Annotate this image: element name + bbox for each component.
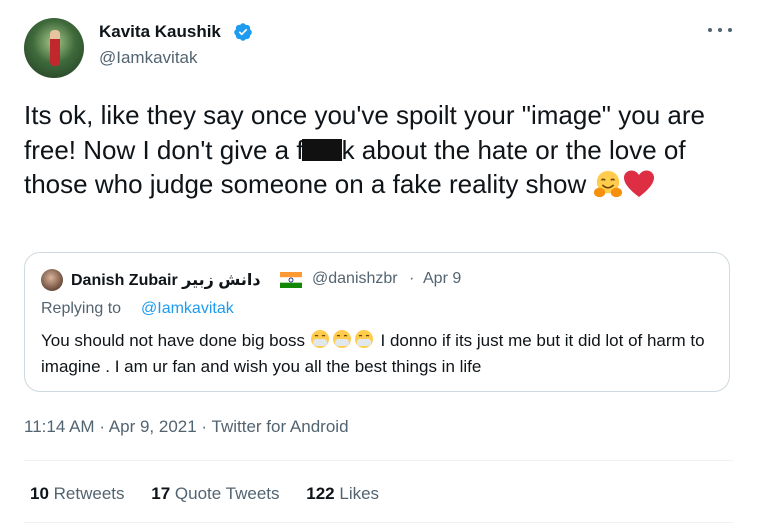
divider — [24, 522, 733, 523]
verified-badge-icon — [234, 23, 252, 41]
tweet-time[interactable]: 11:14 AM — [24, 417, 95, 436]
meta-separator: · — [99, 417, 105, 436]
replying-to-handle[interactable]: @Iamkavitak — [141, 300, 234, 318]
retweets-label: Retweets — [53, 484, 125, 503]
quoted-author-avatar[interactable] — [41, 269, 63, 291]
likes-stat[interactable]: 122 Likes — [306, 484, 379, 504]
likes-label: Likes — [339, 484, 380, 503]
author-display-name[interactable]: Kavita Kaushik — [99, 22, 221, 42]
quoted-date[interactable]: Apr 9 — [423, 270, 461, 288]
tweet-date[interactable]: Apr 9, 2021 — [109, 417, 197, 436]
tweet: Kavita Kaushik @Iamkavitak Its ok, like … — [0, 0, 757, 527]
quote-tweets-label: Quote Tweets — [174, 484, 280, 503]
tweet-metadata: 11:14 AM · Apr 9, 2021 · Twitter for And… — [24, 417, 349, 437]
retweets-stat[interactable]: 10 Retweets — [30, 484, 125, 504]
likes-count: 122 — [306, 484, 335, 503]
redaction-bar — [301, 138, 342, 161]
author-handle[interactable]: @Iamkavitak — [99, 48, 198, 68]
tweet-text: Its ok, like they say once you've spoilt… — [24, 98, 739, 202]
quoted-author-name[interactable]: Danish Zubair دانش زبیر — [71, 270, 261, 290]
red-heart-icon — [624, 170, 655, 197]
quoted-author-handle[interactable]: @danishzbr — [312, 270, 398, 288]
author-avatar[interactable] — [24, 18, 84, 78]
quote-tweets-count: 17 — [151, 484, 171, 503]
more-options-icon[interactable] — [708, 20, 732, 40]
face-with-mask-icon — [332, 330, 351, 348]
replying-to-label: Replying to — [41, 300, 122, 317]
quote-tweets-stat[interactable]: 17 Quote Tweets — [151, 484, 279, 504]
engagement-stats: 10 Retweets 17 Quote Tweets 122 Likes — [30, 484, 401, 504]
quoted-tweet-text: You should not have done big boss I donn… — [41, 328, 713, 380]
india-flag-icon — [280, 272, 302, 288]
hugging-face-icon — [594, 170, 623, 198]
tweet-source[interactable]: Twitter for Android — [212, 417, 349, 436]
face-with-mask-icon — [310, 330, 329, 348]
retweets-count: 10 — [30, 484, 49, 503]
quoted-tweet-card[interactable]: Danish Zubair دانش زبیر @danishzbr · Apr… — [24, 252, 730, 392]
meta-separator: · — [201, 417, 208, 436]
face-with-mask-icon — [354, 330, 373, 348]
quoted-separator: · — [409, 270, 415, 287]
quoted-text-start: You should not have done big boss — [41, 331, 306, 350]
divider — [24, 460, 733, 461]
